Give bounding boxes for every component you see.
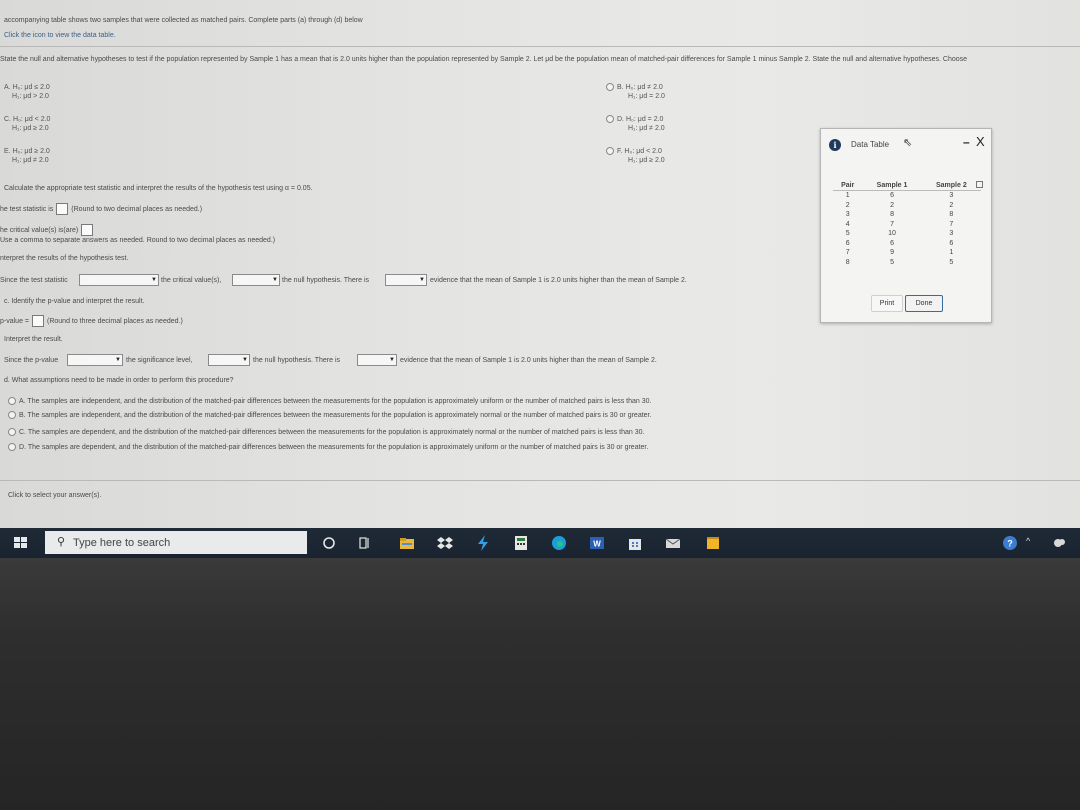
click-select-text: Click to select your answer(s). bbox=[8, 492, 102, 499]
table-row: 666 bbox=[845, 239, 954, 247]
desk-surface bbox=[0, 558, 1080, 810]
compare-dropdown-b[interactable] bbox=[79, 274, 159, 286]
mail-icon[interactable] bbox=[664, 534, 682, 552]
part-b-prompt: Calculate the appropriate test statistic… bbox=[4, 185, 313, 192]
table-row: 163 bbox=[845, 192, 954, 199]
calculator-icon[interactable] bbox=[512, 534, 530, 552]
radio-b[interactable] bbox=[606, 83, 614, 92]
table-row: 388 bbox=[845, 211, 954, 218]
cortana-icon[interactable] bbox=[320, 534, 338, 552]
col-header: Pair bbox=[833, 181, 863, 191]
windows-start-icon[interactable] bbox=[14, 537, 27, 549]
lightning-icon[interactable] bbox=[474, 534, 492, 552]
store-icon[interactable] bbox=[626, 534, 644, 552]
footer-divider bbox=[0, 480, 1080, 481]
done-button[interactable]: Done bbox=[905, 295, 943, 312]
col-header: Sample 1 bbox=[862, 181, 922, 191]
compare-dropdown-c[interactable] bbox=[67, 354, 123, 366]
option-d[interactable]: D. H₀: μd = 2.0 H₁: μd ≠ 2.0 bbox=[606, 115, 665, 133]
file-explorer-icon[interactable] bbox=[398, 534, 416, 552]
word-icon[interactable]: W bbox=[588, 534, 606, 552]
interpret-label-c: Interpret the result. bbox=[4, 336, 63, 343]
intro-text: accompanying table shows two samples tha… bbox=[4, 17, 363, 24]
evidence-end-c: evidence that the mean of Sample 1 is 2.… bbox=[400, 357, 657, 364]
critical-note: Use a comma to separate answers as neede… bbox=[0, 237, 276, 244]
windows-taskbar: ⚲ Type here to search W ? ^ bbox=[0, 528, 1080, 558]
table-row: 477 bbox=[845, 220, 954, 228]
reject-dropdown-b[interactable] bbox=[232, 274, 280, 286]
option-e[interactable]: E. H₀: μd ≥ 2.0 H₁: μd ≠ 2.0 bbox=[4, 147, 50, 165]
data-table: Pair Sample 1 Sample 2 163 222 388 477 5… bbox=[833, 181, 981, 267]
evidence-dropdown-b[interactable] bbox=[385, 274, 427, 286]
option-f[interactable]: F. H₀: μd < 2.0 H₁: μd ≥ 2.0 bbox=[606, 147, 665, 165]
radio-d[interactable] bbox=[606, 115, 614, 124]
col-header: Sample 2 bbox=[921, 181, 981, 191]
search-icon: ⚲ bbox=[57, 536, 66, 548]
minimize-button[interactable]: – bbox=[963, 135, 970, 149]
sig-mid-text: the significance level, bbox=[126, 357, 193, 364]
null-mid-text-b: the null hypothesis. There is bbox=[282, 277, 370, 284]
pvalue-input[interactable] bbox=[32, 315, 44, 327]
data-table-window: i Data Table ⇖ – X Pair Sample 1 Sample … bbox=[820, 128, 992, 323]
part-d-prompt: d. What assumptions need to be made in o… bbox=[4, 377, 234, 384]
radio-f[interactable] bbox=[606, 147, 614, 156]
task-view-icon[interactable] bbox=[356, 534, 374, 552]
network-icon[interactable] bbox=[1050, 534, 1068, 552]
dropbox-icon[interactable] bbox=[436, 534, 454, 552]
critical-value-input[interactable] bbox=[81, 224, 94, 236]
sticky-notes-icon[interactable] bbox=[704, 534, 722, 552]
table-row: 791 bbox=[845, 249, 954, 256]
interpret-label-b: nterpret the results of the hypothesis t… bbox=[0, 255, 129, 262]
print-button[interactable]: Print bbox=[871, 295, 903, 312]
pvalue-row: p-value = (Round to three decimal places … bbox=[0, 315, 183, 327]
chevron-up-icon[interactable]: ^ bbox=[1026, 536, 1030, 546]
search-placeholder: Type here to search bbox=[73, 537, 171, 549]
evidence-end-b: evidence that the mean of Sample 1 is 2.… bbox=[430, 277, 687, 284]
view-data-link[interactable]: Click the icon to view the data table. bbox=[4, 31, 116, 40]
null-mid-text-c: the null hypothesis. There is bbox=[253, 357, 341, 364]
reject-dropdown-c[interactable] bbox=[208, 354, 250, 366]
part-c-prompt: c. Identify the p-value and interpret th… bbox=[4, 298, 145, 305]
critical-row: he critical value(s) is(are) bbox=[0, 224, 96, 236]
taskbar-search[interactable]: ⚲ Type here to search bbox=[45, 531, 307, 554]
test-stat-row: he test statistic is (Round to two decima… bbox=[0, 203, 202, 215]
option-c[interactable]: C. H₀: μd < 2.0 H₁: μd ≥ 2.0 bbox=[4, 115, 50, 133]
test-stat-input[interactable] bbox=[56, 203, 69, 215]
table-row: 5 10 3 bbox=[845, 230, 954, 237]
divider bbox=[0, 46, 1080, 47]
evidence-dropdown-c[interactable] bbox=[357, 354, 397, 366]
help-icon[interactable]: ? bbox=[1001, 534, 1019, 552]
table-row: 855 bbox=[845, 258, 954, 266]
since-pvalue-label: Since the p-value bbox=[4, 357, 59, 364]
data-table-title: Data Table bbox=[851, 140, 890, 149]
assumption-option-b[interactable]: B. The samples are independent, and the … bbox=[8, 411, 651, 420]
data-table-header[interactable]: i Data Table ⇖ – X bbox=[821, 129, 991, 159]
part-a-prompt: State the null and alternative hypothese… bbox=[0, 56, 968, 63]
assumption-option-a[interactable]: A. The samples are independent, and the … bbox=[8, 397, 651, 406]
assumption-option-c[interactable]: C. The samples are dependent, and the di… bbox=[8, 428, 644, 437]
info-icon: i bbox=[829, 139, 841, 151]
mouse-cursor-icon: ⇖ bbox=[903, 137, 913, 149]
option-b[interactable]: B. H₀: μd ≠ 2.0 H₁: μd = 2.0 bbox=[606, 83, 665, 101]
crit-mid-text: the critical value(s), bbox=[161, 277, 222, 284]
assumption-option-d[interactable]: D. The samples are dependent, and the di… bbox=[8, 443, 648, 452]
since-stat-label: Since the test statistic bbox=[0, 277, 68, 284]
table-row: 222 bbox=[845, 201, 954, 209]
browser-content: accompanying table shows two samples tha… bbox=[0, 0, 1080, 528]
option-a[interactable]: A. H₀: μd ≤ 2.0 H₁: μd > 2.0 bbox=[4, 83, 50, 101]
svg-text:?: ? bbox=[1007, 539, 1013, 549]
close-button[interactable]: X bbox=[976, 134, 985, 149]
edge-browser-icon[interactable] bbox=[550, 534, 568, 552]
svg-text:W: W bbox=[593, 540, 601, 549]
